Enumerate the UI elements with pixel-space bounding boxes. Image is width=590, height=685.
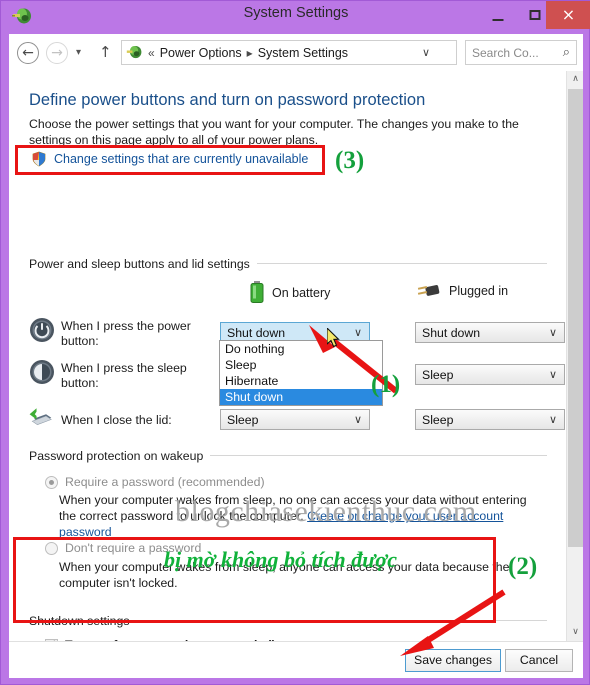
close-button[interactable]: × bbox=[546, 1, 590, 29]
combo-value: Shut down bbox=[227, 325, 286, 340]
combo-close-lid-plugged-in[interactable]: Sleep ∨ bbox=[415, 409, 565, 430]
scroll-up-icon[interactable]: ∧ bbox=[567, 71, 583, 88]
breadcrumb-item-system-settings[interactable]: System Settings bbox=[258, 46, 348, 60]
chevron-down-icon: ∨ bbox=[353, 413, 362, 426]
annotation-step-three: (3) bbox=[335, 147, 365, 174]
minimize-icon bbox=[492, 19, 503, 21]
annotation-step-one: (1) bbox=[371, 371, 401, 398]
combo-value: Sleep bbox=[227, 412, 259, 427]
annotation-vietnamese-note: bị mờ không bỏ tích được bbox=[164, 547, 397, 572]
vertical-scrollbar[interactable]: ∧ ∨ bbox=[566, 71, 583, 641]
sleep-button-icon bbox=[30, 360, 54, 384]
page-title: Define power buttons and turn on passwor… bbox=[29, 91, 426, 109]
search-placeholder: Search Co... bbox=[472, 45, 539, 60]
chevron-down-icon[interactable]: ∨ bbox=[422, 46, 430, 59]
combo-close-lid-on-battery[interactable]: Sleep ∨ bbox=[220, 409, 370, 430]
chevron-down-icon: ∨ bbox=[548, 368, 557, 381]
watermark: blogchiasekienthuc.com bbox=[175, 495, 477, 528]
power-section-header: Power and sleep buttons and lid settings bbox=[29, 257, 257, 271]
scrollbar-thumb[interactable] bbox=[568, 89, 583, 547]
system-settings-window: System Settings × ← → ▾ ↑ « Power Option… bbox=[0, 0, 590, 685]
arrow-to-save-changes bbox=[400, 589, 506, 656]
search-icon: ⌕ bbox=[562, 45, 570, 60]
chevron-down-icon: ∨ bbox=[548, 413, 557, 426]
breadcrumb-item-power-options[interactable]: Power Options bbox=[160, 46, 242, 60]
breadcrumb-separator-icon: ▸ bbox=[246, 45, 253, 60]
chevron-down-icon: ∨ bbox=[548, 326, 557, 339]
battery-icon bbox=[250, 281, 264, 303]
search-input[interactable]: Search Co... ⌕ bbox=[465, 40, 577, 65]
annotation-step-two: (2) bbox=[508, 553, 538, 580]
minimize-button[interactable] bbox=[479, 1, 516, 29]
column-on-battery: On battery bbox=[249, 281, 330, 305]
column-plugged-in: Plugged in bbox=[414, 281, 508, 301]
highlight-box-change-settings bbox=[15, 145, 325, 175]
forward-button[interactable]: → bbox=[46, 42, 68, 64]
laptop-lid-icon bbox=[29, 408, 52, 425]
page-description: Choose the power settings that you want … bbox=[29, 117, 519, 147]
combo-value: Sleep bbox=[422, 367, 454, 382]
back-button[interactable]: ← bbox=[17, 42, 39, 64]
row-label-power-button: When I press the power button: bbox=[61, 319, 191, 348]
address-bar: ← → ▾ ↑ « Power Options ▸ System Setting… bbox=[9, 34, 583, 71]
power-button-icon bbox=[30, 318, 54, 342]
combo-sleep-button-plugged-in[interactable]: Sleep ∨ bbox=[415, 364, 565, 385]
power-options-icon bbox=[126, 46, 142, 59]
close-icon: × bbox=[561, 5, 576, 24]
maximize-icon bbox=[529, 10, 540, 20]
power-plug-icon bbox=[417, 285, 440, 296]
mouse-cursor bbox=[327, 328, 340, 348]
password-section-header: Password protection on wakeup bbox=[29, 449, 211, 463]
radio-require-password[interactable]: Require a password (recommended) bbox=[45, 475, 265, 489]
scroll-down-icon[interactable]: ∨ bbox=[567, 624, 583, 641]
radio-button-icon bbox=[45, 476, 58, 489]
column-label-plugged-in: Plugged in bbox=[449, 284, 509, 298]
recent-locations-icon[interactable]: ▾ bbox=[76, 47, 81, 58]
column-label-on-battery: On battery bbox=[272, 286, 331, 300]
breadcrumb-chevrons[interactable]: « bbox=[148, 46, 155, 60]
row-label-close-lid: When I close the lid: bbox=[61, 413, 172, 427]
combo-power-button-plugged-in[interactable]: Shut down ∨ bbox=[415, 322, 565, 343]
radio-label-require-password: Require a password (recommended) bbox=[65, 475, 265, 489]
breadcrumb[interactable]: « Power Options ▸ System Settings ∨ bbox=[121, 40, 457, 65]
row-label-sleep-button: When I press the sleep button: bbox=[61, 361, 187, 390]
up-button[interactable]: ↑ bbox=[99, 43, 112, 61]
title-bar: System Settings × bbox=[1, 1, 590, 31]
combo-value: Shut down bbox=[422, 325, 481, 340]
combo-value: Sleep bbox=[422, 412, 454, 427]
